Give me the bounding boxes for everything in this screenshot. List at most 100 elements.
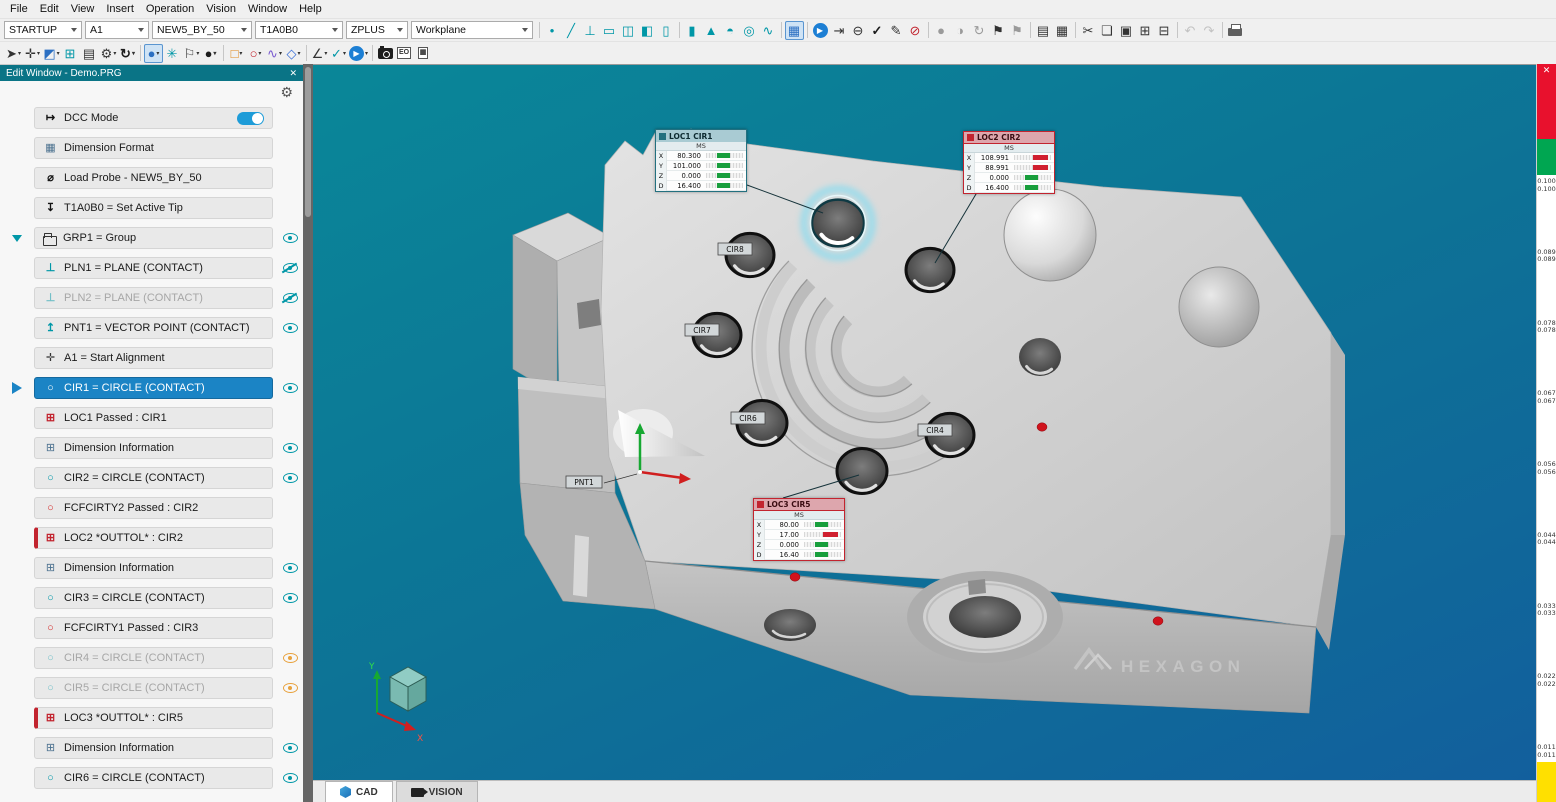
- ew-item-active-tip[interactable]: T1A0B0 = Set Active Tip: [0, 197, 303, 219]
- sphere-icon[interactable]: ◓: [721, 21, 740, 40]
- visibility-eye-icon[interactable]: [283, 593, 298, 603]
- cylinder-icon[interactable]: ▮: [683, 21, 702, 40]
- edit-document-icon[interactable]: ✎: [887, 21, 906, 40]
- edit-window-titlebar[interactable]: Edit Window - Demo.PRG: [0, 65, 303, 81]
- tag-label-icon[interactable]: ⚐▾: [182, 44, 201, 63]
- slot-icon[interactable]: ▭: [600, 21, 619, 40]
- dimension-label-loc1[interactable]: LOC1 CIR1 MS X80.300Y101.000Z0.000D16.40…: [655, 129, 747, 192]
- probe-tips-icon[interactable]: ✳: [163, 44, 182, 63]
- erase-marker-icon[interactable]: ⊖: [849, 21, 868, 40]
- print-icon[interactable]: [1226, 21, 1245, 40]
- rotate-view-icon[interactable]: ↻▾: [118, 44, 137, 63]
- bookmark-icon[interactable]: ⚑: [989, 21, 1008, 40]
- workplane-dropdown[interactable]: Workplane: [411, 21, 533, 39]
- ew-item-cir2[interactable]: CIR2 = CIRCLE (CONTACT): [0, 467, 303, 489]
- ew-item-loc2-outtol[interactable]: LOC2 *OUTTOL* : CIR2: [0, 527, 303, 549]
- visibility-eye-icon[interactable]: [283, 683, 298, 693]
- edit-window-scrollbar[interactable]: [303, 64, 313, 802]
- mesh-tool-icon[interactable]: ▦: [785, 21, 804, 40]
- close-icon[interactable]: [289, 68, 297, 79]
- report-list-icon[interactable]: ▤: [1034, 21, 1053, 40]
- tab-cad[interactable]: CAD: [325, 781, 393, 802]
- snapshot-camera-icon[interactable]: [376, 44, 395, 63]
- gears-icon[interactable]: ⚙▾: [99, 44, 118, 63]
- ew-item-dimension-format[interactable]: Dimension Format: [0, 137, 303, 159]
- run-icon[interactable]: ▶▾: [348, 44, 369, 63]
- ew-item-pln2[interactable]: PLN2 = PLANE (CONTACT): [0, 287, 303, 309]
- visibility-eye-icon[interactable]: [283, 443, 298, 453]
- shell-gray-icon[interactable]: ◑: [951, 21, 970, 40]
- circle-feature-icon[interactable]: ◎: [740, 21, 759, 40]
- eo-badge-icon[interactable]: EO: [395, 44, 414, 63]
- menu-vision[interactable]: Vision: [200, 2, 242, 16]
- pattern-paste-icon[interactable]: ⊟: [1155, 21, 1174, 40]
- ew-item-dim-info-3[interactable]: Dimension Information: [0, 737, 303, 759]
- execute-feature-icon[interactable]: ⇥: [830, 21, 849, 40]
- loop-gray-icon[interactable]: ↻: [970, 21, 989, 40]
- visibility-eye-off-icon[interactable]: [283, 293, 298, 303]
- menu-operation[interactable]: Operation: [140, 2, 200, 16]
- zoom-grid-icon[interactable]: ⊞: [61, 44, 80, 63]
- ew-item-fcfcirty2[interactable]: FCFCIRTY2 Passed : CIR2: [0, 497, 303, 519]
- ew-item-fcfcirty1[interactable]: FCFCIRTY1 Passed : CIR3: [0, 617, 303, 639]
- curve-icon[interactable]: ∿: [759, 21, 778, 40]
- square-feature-icon[interactable]: □▾: [227, 44, 246, 63]
- line-icon[interactable]: ╱: [562, 21, 581, 40]
- point-icon[interactable]: •: [543, 21, 562, 40]
- probe-mode-icon[interactable]: ◩▾: [42, 44, 61, 63]
- ew-item-cir3[interactable]: CIR3 = CIRCLE (CONTACT): [0, 587, 303, 609]
- visibility-eye-icon[interactable]: [283, 323, 298, 333]
- menu-file[interactable]: File: [4, 2, 34, 16]
- ew-item-loc1[interactable]: LOC1 Passed : CIR1: [0, 407, 303, 429]
- ew-item-load-probe[interactable]: Load Probe - NEW5_BY_50: [0, 167, 303, 189]
- tab-vision[interactable]: VISION: [396, 781, 478, 802]
- angle-feature-icon[interactable]: ∠▾: [310, 44, 329, 63]
- visibility-eye-icon[interactable]: [283, 773, 298, 783]
- visibility-eye-icon[interactable]: [283, 233, 298, 243]
- ew-item-dim-info-1[interactable]: Dimension Information: [0, 437, 303, 459]
- alignment-dropdown[interactable]: STARTUP: [4, 21, 82, 39]
- bar-rect-icon[interactable]: ▯: [657, 21, 676, 40]
- visibility-eye-icon[interactable]: [283, 473, 298, 483]
- visibility-eye-icon[interactable]: [283, 383, 298, 393]
- comment-icon[interactable]: ▤: [80, 44, 99, 63]
- dark-sphere-icon[interactable]: ●▾: [201, 44, 220, 63]
- expander-icon[interactable]: [0, 235, 34, 242]
- active-alignment-dropdown[interactable]: A1: [85, 21, 149, 39]
- workplane-axis-dropdown[interactable]: ZPLUS: [346, 21, 408, 39]
- ew-item-pnt1[interactable]: PNT1 = VECTOR POINT (CONTACT): [0, 317, 303, 339]
- pattern-icon[interactable]: ⊞: [1136, 21, 1155, 40]
- cad-graphics-view[interactable]: HEXAGON: [313, 64, 1536, 780]
- settings-gear-icon[interactable]: [280, 84, 293, 101]
- protect-document-icon[interactable]: ⊘: [906, 21, 925, 40]
- circle-feature-red-icon[interactable]: ○▾: [246, 44, 265, 63]
- ew-item-cir1[interactable]: CIR1 = CIRCLE (CONTACT): [0, 377, 303, 399]
- dimension-color-scale[interactable]: ✕ 0.1000.1000.0890.0890.0780.0780.0670.0…: [1536, 64, 1556, 802]
- confirm-icon[interactable]: ✓▾: [329, 44, 348, 63]
- execute-program-icon[interactable]: ▶: [811, 21, 830, 40]
- probe-file-dropdown[interactable]: NEW5_BY_50: [152, 21, 252, 39]
- half-rect-icon[interactable]: ◧: [638, 21, 657, 40]
- visibility-eye-off-icon[interactable]: [283, 263, 298, 273]
- ew-item-pln1[interactable]: PLN1 = PLANE (CONTACT): [0, 257, 303, 279]
- split-rect-icon[interactable]: ◫: [619, 21, 638, 40]
- ew-item-loc3-outtol[interactable]: LOC3 *OUTTOL* : CIR5: [0, 707, 303, 729]
- menu-view[interactable]: View: [65, 2, 101, 16]
- redo-icon[interactable]: ↷: [1200, 21, 1219, 40]
- ew-item-dcc-mode[interactable]: DCC Mode: [0, 107, 303, 129]
- shaded-view-icon[interactable]: ●▾: [144, 44, 163, 63]
- dimension-label-loc3[interactable]: LOC3 CIR5 MS X80.00Y17.00Z0.000D16.40: [753, 498, 845, 561]
- active-tip-dropdown[interactable]: T1A0B0: [255, 21, 343, 39]
- bookmark-alt-icon[interactable]: ⚑: [1008, 21, 1027, 40]
- select-cursor-icon[interactable]: ➤▾: [4, 44, 23, 63]
- grid-badge-icon[interactable]: ▦: [414, 44, 433, 63]
- menu-help[interactable]: Help: [293, 2, 328, 16]
- menu-window[interactable]: Window: [242, 2, 293, 16]
- visibility-eye-icon[interactable]: [283, 563, 298, 573]
- mark-done-icon[interactable]: ✓: [868, 21, 887, 40]
- sphere-gray-icon[interactable]: ●: [932, 21, 951, 40]
- perpendicular-icon[interactable]: ⊥: [581, 21, 600, 40]
- ew-item-cir4[interactable]: CIR4 = CIRCLE (CONTACT): [0, 647, 303, 669]
- view-orientation-cube[interactable]: Y X: [368, 662, 426, 744]
- ew-item-dim-info-2[interactable]: Dimension Information: [0, 557, 303, 579]
